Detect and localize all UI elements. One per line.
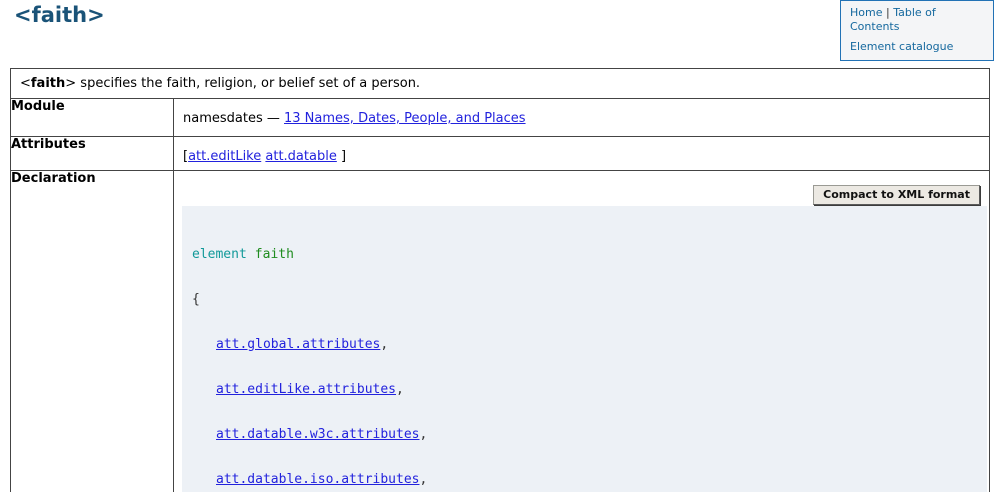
compact-to-xml-button[interactable]: Compact to XML format: [813, 185, 980, 205]
attributes-content: [att.editLike att.datable ]: [174, 137, 989, 164]
row-label-declaration: Declaration: [11, 171, 174, 492]
link-att-datable[interactable]: att.datable: [265, 149, 336, 164]
module-content: namesdates — 13 Names, Dates, People, an…: [174, 99, 989, 126]
nav-box: Home | Table of Contents Element catalog…: [840, 0, 994, 61]
link-att-datable-w3c-attributes[interactable]: att.datable.w3c.attributes: [216, 427, 420, 442]
declaration-code: elementfaith { att.global.attributes, at…: [182, 206, 987, 492]
page-title: <faith>: [14, 3, 105, 27]
row-declaration: Declaration Compact to XML format elemen…: [11, 171, 990, 492]
row-label-attributes: Attributes: [11, 137, 174, 171]
link-att-datable-iso-attributes[interactable]: att.datable.iso.attributes: [216, 472, 420, 487]
element-spec-table: <faith> specifies the faith, religion, o…: [10, 68, 990, 492]
row-description: <faith> specifies the faith, religion, o…: [11, 69, 990, 99]
code-keyword: element: [192, 247, 247, 262]
module-name: namesdates —: [183, 111, 280, 126]
link-att-editLike[interactable]: att.editLike: [188, 149, 261, 164]
element-name: faith: [31, 76, 65, 91]
open-brace: {: [192, 292, 977, 307]
row-module: Module namesdates — 13 Names, Dates, Peo…: [11, 99, 990, 137]
code-element-name: faith: [255, 247, 294, 262]
row-label-module: Module: [11, 99, 174, 137]
element-description: <faith> specifies the faith, religion, o…: [11, 69, 990, 99]
nav-line-home-toc: Home | Table of Contents: [850, 6, 936, 33]
description-text: specifies the faith, religion, or belief…: [76, 76, 420, 91]
nav-link-element-catalogue[interactable]: Element catalogue: [850, 40, 953, 53]
module-chapter-link[interactable]: 13 Names, Dates, People, and Places: [284, 111, 526, 126]
link-att-editLike-attributes[interactable]: att.editLike.attributes: [216, 382, 396, 397]
row-attributes: Attributes [att.editLike att.datable ]: [11, 137, 990, 171]
link-att-global-attributes[interactable]: att.global.attributes: [216, 337, 380, 352]
nav-separator: |: [886, 6, 890, 19]
nav-link-home[interactable]: Home: [850, 6, 882, 19]
